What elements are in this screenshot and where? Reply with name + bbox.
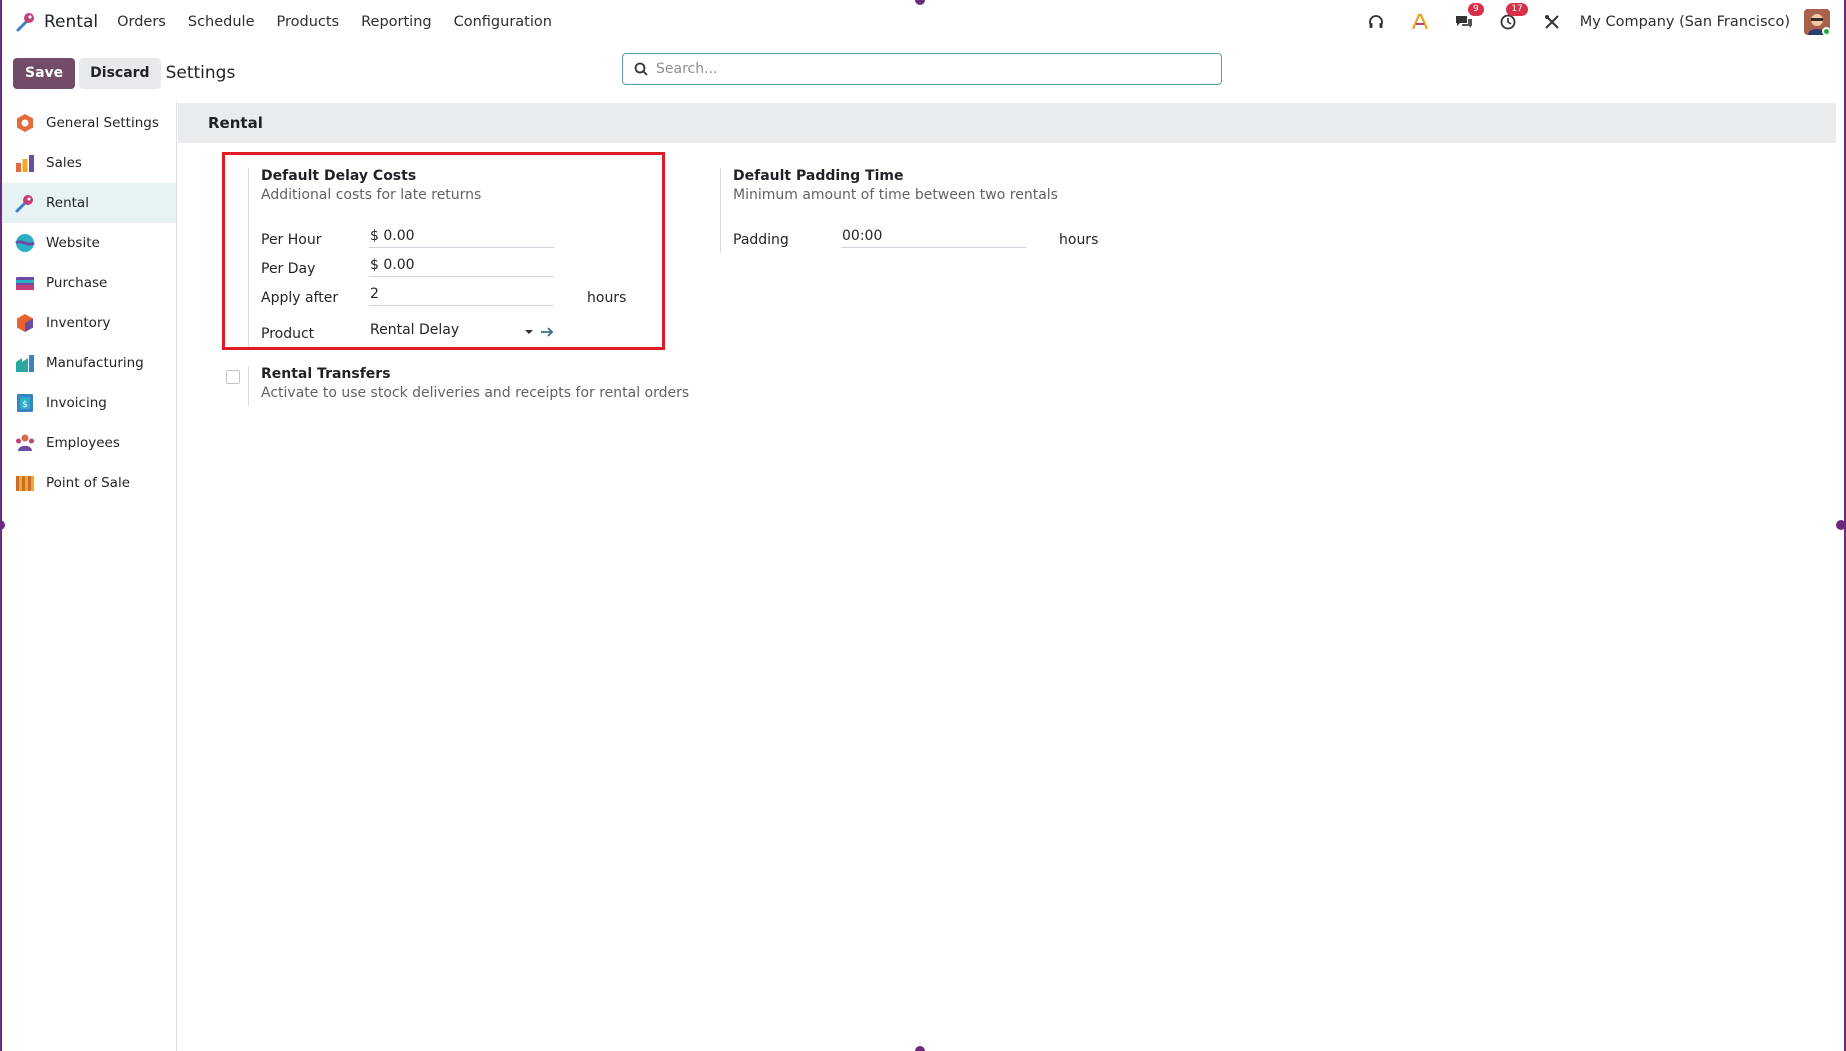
setting-description: Minimum amount of time between two renta… <box>733 187 1058 203</box>
save-button[interactable]: Save <box>13 57 76 89</box>
invoicing-icon: $ <box>17 394 33 412</box>
frame-handle <box>915 1046 925 1051</box>
rental-transfers-checkbox[interactable] <box>226 370 240 384</box>
app-name: Rental <box>44 12 99 32</box>
activities-badge: 17 <box>1506 3 1528 16</box>
setting-title: Rental Transfers <box>261 366 391 382</box>
rental-icon <box>15 195 33 213</box>
main-menu: Orders Schedule Products Reporting Confi… <box>106 14 563 30</box>
sidebar-item-label: Employees <box>46 435 120 451</box>
padding-input[interactable]: 00:00 <box>841 224 1026 248</box>
menu-schedule[interactable]: Schedule <box>177 14 266 30</box>
menu-products[interactable]: Products <box>266 14 351 30</box>
general-settings-icon <box>17 114 33 132</box>
tools-icon[interactable] <box>1542 12 1562 32</box>
point-of-sale-icon <box>16 476 34 491</box>
settings-sidebar: General Settings Sales Rental Website Pu… <box>2 102 177 1051</box>
app-brand[interactable]: Rental <box>14 11 98 33</box>
sidebar-item-label: Rental <box>46 195 89 211</box>
headset-icon[interactable] <box>1366 12 1386 32</box>
systray: 9 17 My Company (San Francisco) <box>1354 3 1830 35</box>
setting-title: Default Padding Time <box>733 168 904 184</box>
company-switcher[interactable]: My Company (San Francisco) <box>1580 14 1790 30</box>
website-icon <box>15 234 35 252</box>
sidebar-item-label: Inventory <box>46 315 111 331</box>
frame-handle <box>1836 520 1846 530</box>
online-status-dot <box>1822 27 1830 35</box>
sidebar-item-label: Point of Sale <box>46 475 131 491</box>
employees-icon <box>16 434 34 451</box>
control-panel: Save Discard Settings <box>2 44 1844 102</box>
sidebar-item-label: Purchase <box>46 275 108 291</box>
menu-orders[interactable]: Orders <box>106 14 177 30</box>
menu-reporting[interactable]: Reporting <box>350 14 443 30</box>
sidebar-item-label: Manufacturing <box>46 355 144 371</box>
discard-button[interactable]: Discard <box>79 57 161 89</box>
setting-divider <box>720 168 721 253</box>
top-navbar: Rental Orders Schedule Products Reportin… <box>2 0 1844 44</box>
inventory-icon <box>17 314 33 332</box>
odoo-ai-icon[interactable] <box>1410 12 1430 32</box>
sidebar-item-website[interactable]: Website <box>2 223 176 263</box>
sidebar-item-purchase[interactable]: Purchase <box>2 263 176 303</box>
messages-badge: 9 <box>1468 3 1484 16</box>
sidebar-item-employees[interactable]: Employees <box>2 423 176 463</box>
chat-icon[interactable]: 9 <box>1454 3 1484 32</box>
padding-time-setting: Default Padding Time Minimum amount of t… <box>733 168 1058 203</box>
purchase-icon <box>16 277 34 290</box>
padding-unit: hours <box>1059 232 1099 248</box>
setting-divider <box>248 366 249 406</box>
page-title: Settings <box>165 63 236 83</box>
padding-row: Padding 00:00 hours <box>733 224 1098 248</box>
sidebar-item-label: Invoicing <box>46 395 107 411</box>
clock-icon[interactable]: 17 <box>1498 3 1528 32</box>
section-header: Rental <box>178 103 1836 143</box>
svg-text:$: $ <box>22 400 28 410</box>
search-bar[interactable] <box>622 53 1222 85</box>
sidebar-item-label: General Settings <box>46 115 159 131</box>
rental-app-icon <box>16 13 34 32</box>
user-avatar[interactable] <box>1804 9 1830 35</box>
sidebar-item-sales[interactable]: Sales <box>2 143 176 183</box>
sidebar-item-inventory[interactable]: Inventory <box>2 303 176 343</box>
sidebar-item-general-settings[interactable]: General Settings <box>2 103 176 143</box>
sidebar-item-label: Website <box>46 235 100 251</box>
search-icon <box>634 62 648 76</box>
sidebar-item-label: Sales <box>46 155 82 171</box>
sidebar-item-point-of-sale[interactable]: Point of Sale <box>2 463 176 503</box>
menu-configuration[interactable]: Configuration <box>443 14 563 30</box>
sidebar-item-invoicing[interactable]: $ Invoicing <box>2 383 176 423</box>
rental-transfers-setting: Rental Transfers Activate to use stock d… <box>261 366 689 401</box>
manufacturing-icon <box>16 355 34 372</box>
sidebar-item-manufacturing[interactable]: Manufacturing <box>2 343 176 383</box>
sidebar-item-rental[interactable]: Rental <box>2 183 176 223</box>
highlight-box <box>222 152 665 350</box>
padding-label: Padding <box>733 232 789 248</box>
search-input[interactable] <box>656 61 1196 77</box>
sales-icon <box>16 155 34 172</box>
setting-description: Activate to use stock deliveries and rec… <box>261 385 690 401</box>
